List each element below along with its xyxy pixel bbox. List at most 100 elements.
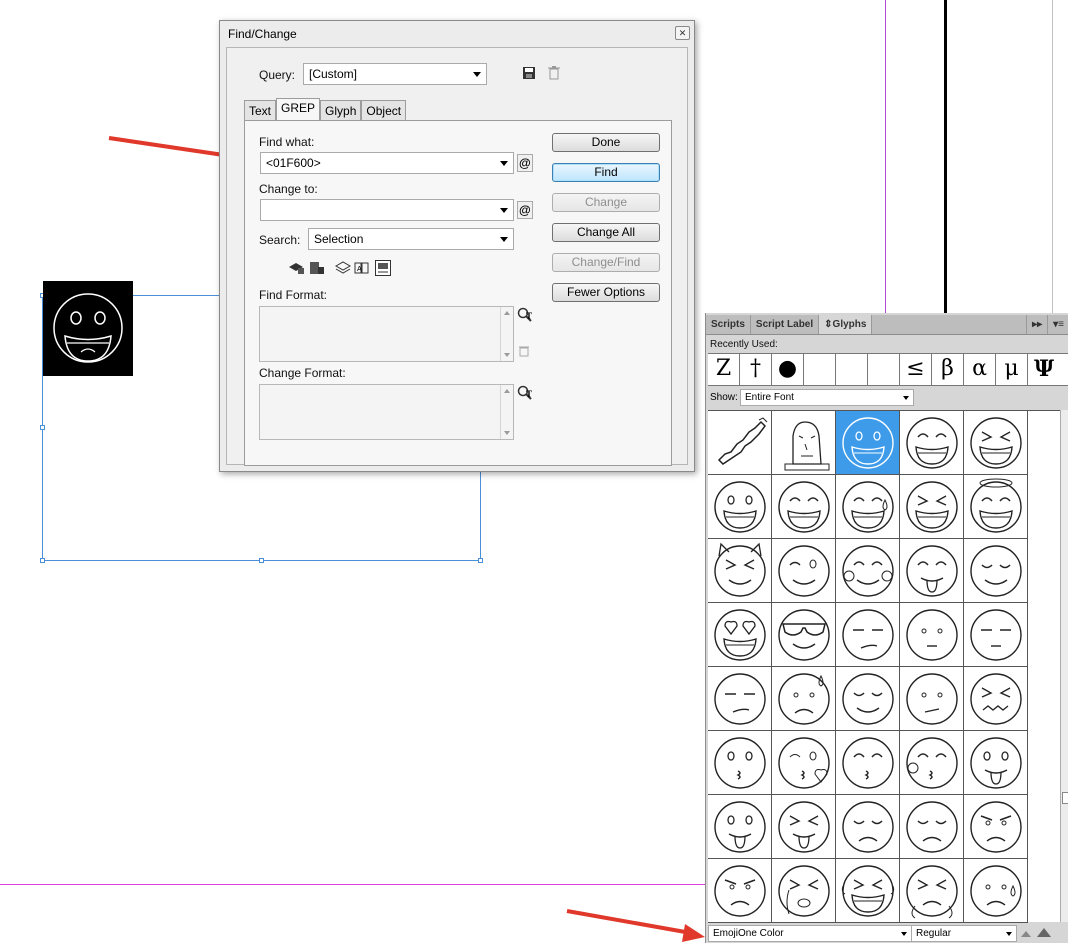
- frame-handle[interactable]: [259, 558, 264, 563]
- glyph-cell[interactable]: [708, 603, 772, 667]
- include-hidden-layers-icon[interactable]: [335, 261, 351, 275]
- glyph-cell[interactable]: [836, 411, 900, 475]
- font-style-dropdown[interactable]: Regular: [911, 925, 1017, 942]
- glyph-cell[interactable]: [964, 603, 1028, 667]
- find-what-field[interactable]: <01F600>: [260, 152, 514, 174]
- clear-find-format-icon[interactable]: [518, 345, 530, 357]
- glyph-cell[interactable]: [708, 475, 772, 539]
- special-characters-icon[interactable]: @: [517, 201, 533, 219]
- recent-glyph[interactable]: †: [740, 354, 772, 385]
- glyph-cell[interactable]: [836, 795, 900, 859]
- glyph-cell[interactable]: [836, 859, 900, 923]
- glyph-cell[interactable]: [836, 667, 900, 731]
- glyph-cell[interactable]: [964, 859, 1028, 923]
- scroll-up-icon[interactable]: [504, 311, 510, 315]
- scroll-thumb[interactable]: [1062, 792, 1068, 804]
- save-query-icon[interactable]: [522, 66, 536, 80]
- collapse-panel-icon[interactable]: ▸▸: [1026, 315, 1047, 334]
- glyph-cell[interactable]: [772, 859, 836, 923]
- glyph-cell[interactable]: [772, 475, 836, 539]
- glyph-cell[interactable]: [964, 539, 1028, 603]
- glyph-cell[interactable]: [772, 795, 836, 859]
- glyph-grid-scrollbar[interactable]: [1060, 410, 1068, 922]
- glyph-cell[interactable]: [772, 731, 836, 795]
- include-master-pages-icon[interactable]: A: [354, 261, 370, 275]
- tab-grep[interactable]: GREP: [276, 98, 321, 120]
- recent-glyph[interactable]: [836, 354, 868, 385]
- glyph-cell[interactable]: [836, 475, 900, 539]
- recent-glyph[interactable]: ●: [772, 354, 804, 385]
- change-find-button[interactable]: Change/Find: [552, 253, 660, 272]
- recent-glyph[interactable]: Z: [708, 354, 740, 385]
- specify-find-format-icon[interactable]: T: [517, 307, 533, 323]
- recent-glyph[interactable]: ≤: [900, 354, 932, 385]
- glyph-cell[interactable]: [708, 411, 772, 475]
- panel-menu-icon[interactable]: ▾≡: [1047, 315, 1068, 334]
- glyph-cell[interactable]: [964, 731, 1028, 795]
- scrollbar[interactable]: [500, 385, 513, 439]
- glyph-cell[interactable]: [964, 411, 1028, 475]
- glyph-cell[interactable]: [836, 539, 900, 603]
- glyph-cell[interactable]: [708, 795, 772, 859]
- recent-glyph[interactable]: [804, 354, 836, 385]
- glyph-cell[interactable]: [900, 539, 964, 603]
- tab-glyph[interactable]: Glyph: [320, 100, 362, 120]
- zoom-out-icon[interactable]: [1020, 927, 1032, 939]
- special-characters-icon[interactable]: @: [517, 154, 533, 172]
- search-scope-dropdown[interactable]: Selection: [308, 228, 514, 250]
- change-button[interactable]: Change: [552, 193, 660, 212]
- recent-glyph[interactable]: Ψ: [1028, 354, 1060, 385]
- include-locked-layers-icon[interactable]: [287, 261, 305, 275]
- glyph-cell[interactable]: [900, 667, 964, 731]
- glyph-cell[interactable]: [772, 603, 836, 667]
- tab-script-label[interactable]: Script Label: [751, 315, 820, 334]
- find-button[interactable]: Find: [552, 163, 660, 182]
- glyph-cell[interactable]: [836, 731, 900, 795]
- tab-text[interactable]: Text: [244, 100, 277, 120]
- scroll-down-icon[interactable]: [504, 353, 510, 357]
- glyph-cell[interactable]: [708, 667, 772, 731]
- tab-glyphs[interactable]: ⇕Glyphs: [819, 315, 873, 334]
- glyph-cell[interactable]: [772, 667, 836, 731]
- glyph-cell[interactable]: [900, 411, 964, 475]
- tab-object[interactable]: Object: [361, 100, 407, 120]
- glyph-cell[interactable]: [900, 795, 964, 859]
- glyph-cell[interactable]: [900, 859, 964, 923]
- glyph-cell[interactable]: [964, 795, 1028, 859]
- glyph-cell[interactable]: [708, 731, 772, 795]
- recent-glyph[interactable]: [868, 354, 900, 385]
- change-format-box[interactable]: [259, 384, 514, 440]
- done-button[interactable]: Done: [552, 133, 660, 152]
- recent-glyph[interactable]: μ: [996, 354, 1028, 385]
- change-to-field[interactable]: [260, 199, 514, 221]
- glyph-cell[interactable]: [900, 731, 964, 795]
- scroll-up-icon[interactable]: [504, 389, 510, 393]
- glyph-cell[interactable]: [964, 667, 1028, 731]
- query-dropdown[interactable]: [Custom]: [303, 63, 487, 85]
- zoom-in-icon[interactable]: [1036, 925, 1052, 939]
- scroll-down-icon[interactable]: [504, 431, 510, 435]
- glyph-cell[interactable]: [772, 411, 836, 475]
- fewer-options-button[interactable]: Fewer Options: [552, 283, 660, 302]
- find-format-box[interactable]: [259, 306, 514, 362]
- glyph-cell[interactable]: [708, 859, 772, 923]
- glyph-cell[interactable]: [836, 603, 900, 667]
- glyph-cell[interactable]: [772, 539, 836, 603]
- glyph-cell[interactable]: [900, 475, 964, 539]
- frame-handle[interactable]: [40, 558, 45, 563]
- close-button[interactable]: ✕: [675, 26, 690, 40]
- scrollbar[interactable]: [500, 307, 513, 361]
- specify-change-format-icon[interactable]: T: [517, 385, 533, 401]
- placed-emoji-glyph[interactable]: [43, 281, 133, 376]
- delete-query-icon[interactable]: [547, 65, 561, 81]
- recent-glyph[interactable]: α: [964, 354, 996, 385]
- font-family-dropdown[interactable]: EmojiOne Color: [708, 925, 912, 942]
- glyph-cell[interactable]: [708, 539, 772, 603]
- show-dropdown[interactable]: Entire Font: [740, 389, 914, 406]
- include-footnotes-icon[interactable]: [375, 260, 391, 276]
- recent-glyph[interactable]: β: [932, 354, 964, 385]
- change-all-button[interactable]: Change All: [552, 223, 660, 242]
- glyph-cell[interactable]: [900, 603, 964, 667]
- glyph-cell[interactable]: [964, 475, 1028, 539]
- frame-handle[interactable]: [478, 558, 483, 563]
